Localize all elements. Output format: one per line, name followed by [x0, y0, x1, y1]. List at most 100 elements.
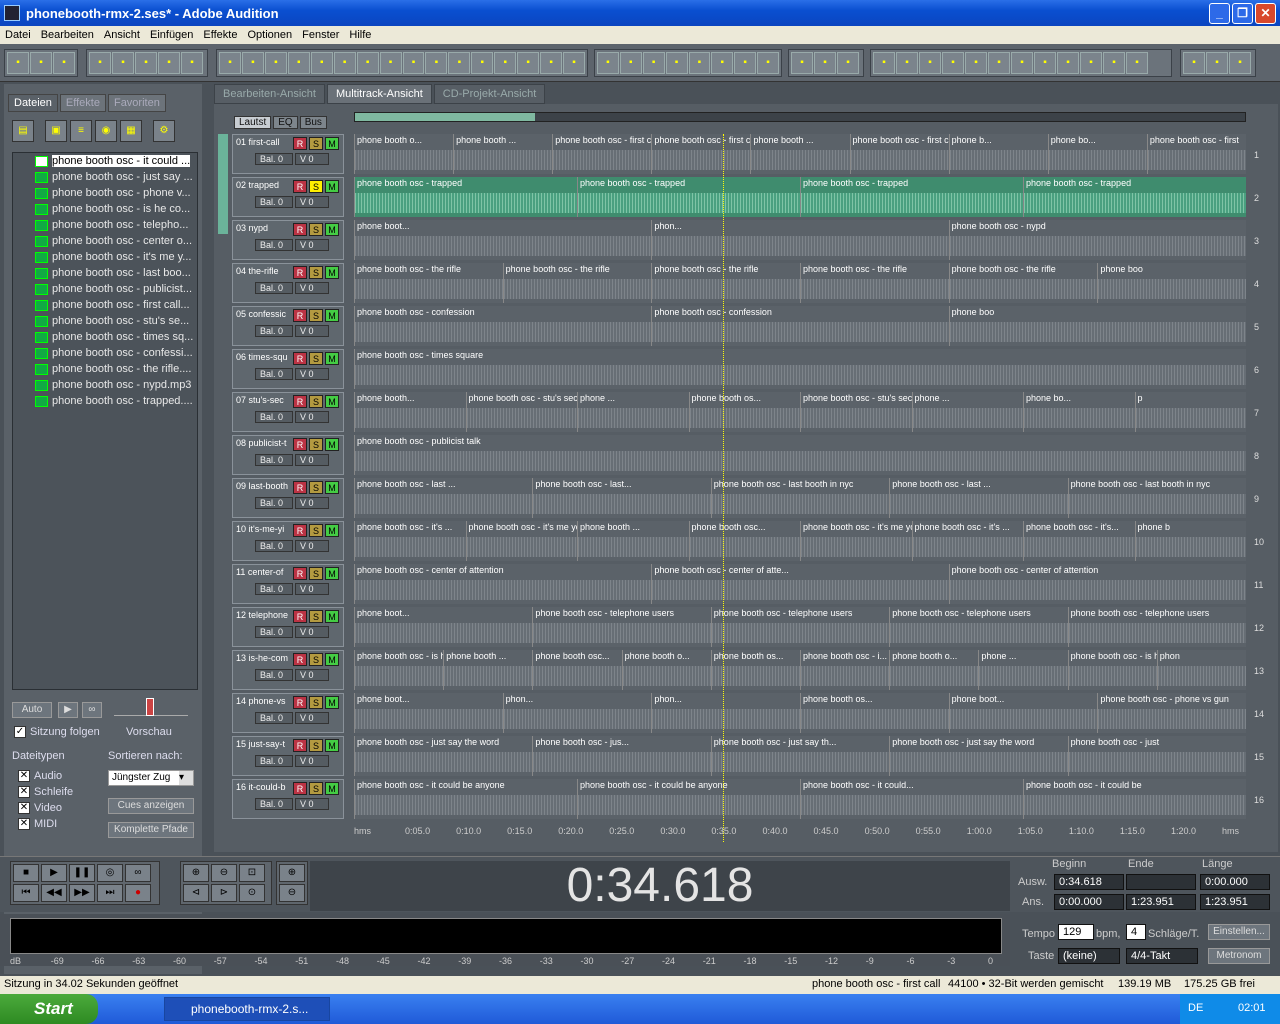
pause-icon[interactable]: ❚❚ — [69, 864, 95, 882]
mute-button[interactable]: M — [325, 481, 339, 494]
track-lane[interactable]: phone booth osc - times square — [354, 349, 1246, 389]
volume-field[interactable]: V 0 — [295, 325, 329, 337]
audio-clip[interactable]: phone booth osc - is he coming out — [354, 650, 444, 690]
record-arm-button[interactable]: R — [293, 180, 307, 193]
loop-icon[interactable]: ∞ — [125, 864, 151, 882]
track-lane[interactable]: phone booth osc - is he coming out phone … — [354, 650, 1246, 690]
audio-clip[interactable]: phone ... — [978, 650, 1068, 690]
list-item[interactable]: phone booth osc - the rifle.... — [13, 361, 197, 377]
insert-multitrack-icon[interactable]: ≡ — [70, 120, 92, 142]
metronome-button[interactable]: Metronom — [1208, 948, 1270, 964]
track-name[interactable]: 02 trapped — [236, 180, 292, 190]
list-item[interactable]: phone booth osc - last boo... — [13, 265, 197, 281]
audio-clip[interactable]: phone booth osc - it's me you... — [800, 521, 912, 561]
mute-button[interactable]: M — [325, 524, 339, 537]
audio-clip[interactable]: phone booth osc... — [532, 650, 622, 690]
toolbar-tool-icon[interactable]: ▪ — [1034, 52, 1056, 74]
record-arm-button[interactable]: R — [293, 653, 307, 666]
track-name[interactable]: 03 nypd — [236, 223, 292, 233]
solo-button[interactable]: S — [309, 395, 323, 408]
audio-clip[interactable]: phone booth osc - it's ... — [354, 521, 466, 561]
toolbar-tool-icon[interactable]: ▪ — [89, 52, 111, 74]
toolbar-tool-icon[interactable]: ▪ — [1206, 52, 1228, 74]
toolbar-tool-icon[interactable]: ▪ — [665, 52, 688, 74]
list-item[interactable]: phone booth osc - stu's se... — [13, 313, 197, 329]
audio-clip[interactable]: phone booth osc - the rifle — [502, 263, 652, 303]
preview-play-icon[interactable]: ▶ — [58, 702, 78, 718]
toolbar-tool-icon[interactable]: ▪ — [181, 52, 203, 74]
track-scrollbar[interactable] — [218, 134, 228, 234]
volume-field[interactable]: V 0 — [295, 540, 329, 552]
track-lane[interactable]: phone booth osc - the rifle phone booth o… — [354, 263, 1246, 303]
audio-clip[interactable]: phone ... — [577, 392, 689, 432]
solo-button[interactable]: S — [309, 524, 323, 537]
toolbar-tool-icon[interactable]: ▪ — [158, 52, 180, 74]
settings-button[interactable]: Einstellen... — [1208, 924, 1270, 940]
start-button[interactable]: Start — [0, 994, 98, 1024]
audio-clip[interactable]: phone booth osc - trapped — [1023, 177, 1246, 217]
list-item[interactable]: phone booth osc - publicist... — [13, 281, 197, 297]
audio-clip[interactable]: phone booth o... — [621, 650, 711, 690]
audio-clip[interactable]: phone booth osc - the rifle — [354, 263, 503, 303]
beats-input[interactable]: 4 — [1126, 924, 1146, 940]
solo-button[interactable]: S — [309, 782, 323, 795]
audio-clip[interactable]: phone booth ... — [750, 134, 850, 174]
audio-clip[interactable]: phone booth osc - center of attention — [948, 564, 1246, 604]
audio-clip[interactable]: phone booth osc - telephone users — [532, 607, 711, 647]
stop-icon[interactable]: ■ — [13, 864, 39, 882]
tab-dateien[interactable]: Dateien — [8, 94, 58, 112]
audio-clip[interactable]: phone booth osc - it could be anyone — [354, 779, 577, 819]
record-arm-button[interactable]: R — [293, 782, 307, 795]
audio-clip[interactable]: phone booth osc - last ... — [354, 478, 533, 518]
solo-button[interactable]: S — [309, 137, 323, 150]
toolbar-tool-icon[interactable]: ▪ — [988, 52, 1010, 74]
tab-favoriten[interactable]: Favoriten — [107, 94, 166, 112]
audio-clip[interactable]: phone booth osc - the rifle — [800, 263, 949, 303]
play-icon[interactable]: ▶ — [41, 864, 67, 882]
audio-clip[interactable]: p — [1134, 392, 1246, 432]
record-icon[interactable]: ● — [125, 884, 151, 902]
toolbar-tool-icon[interactable]: ▪ — [241, 52, 264, 74]
toolbar-tool-icon[interactable]: ▪ — [563, 52, 585, 74]
audio-clip[interactable]: phone booth o... — [354, 134, 454, 174]
menu-datei[interactable]: Datei — [0, 29, 36, 41]
toolbar-tool-icon[interactable]: ▪ — [1103, 52, 1125, 74]
mute-button[interactable]: M — [325, 137, 339, 150]
audio-clip[interactable]: phone booth osc - first call — [651, 134, 751, 174]
balance-field[interactable]: Bal. 0 — [255, 411, 293, 423]
track-name[interactable]: 14 phone-vs — [236, 696, 292, 706]
toolbar-tool-icon[interactable]: ▪ — [402, 52, 425, 74]
toolbar-tool-icon[interactable]: ▪ — [1057, 52, 1079, 74]
audio-clip[interactable]: phone bo... — [1023, 392, 1135, 432]
toolbar-tool-icon[interactable]: ▪ — [425, 52, 448, 74]
audio-clip[interactable]: phone booth osc - last booth in nyc — [1067, 478, 1246, 518]
toolbar-tool-icon[interactable]: ▪ — [379, 52, 402, 74]
maximize-button[interactable]: ❐ — [1232, 3, 1253, 24]
balance-field[interactable]: Bal. 0 — [255, 325, 293, 337]
time-ruler[interactable]: hms 0:05.0 0:10.0 0:15.0 0:20.0 0:25.0 0:30.0 0… — [354, 826, 1246, 840]
track-lane[interactable]: phone booth osc - center of attention pho… — [354, 564, 1246, 604]
mute-button[interactable]: M — [325, 610, 339, 623]
audio-clip[interactable]: phone boo — [1097, 263, 1246, 303]
preview-volume-slider[interactable] — [114, 698, 188, 716]
toolbar-tool-icon[interactable]: ▪ — [30, 52, 52, 74]
audio-clip[interactable]: phone booth os... — [710, 650, 800, 690]
audio-clip[interactable]: phone booth osc - trapped — [577, 177, 800, 217]
list-item[interactable]: phone booth osc - times sq... — [13, 329, 197, 345]
track-lane[interactable]: phone boot... phon... phone booth osc - ny… — [354, 220, 1246, 260]
audio-clip[interactable]: phone booth osc - it's ... — [911, 521, 1023, 561]
volume-field[interactable]: V 0 — [295, 712, 329, 724]
menu-einfügen[interactable]: Einfügen — [145, 29, 198, 41]
audio-clip[interactable]: phone booth osc - center of atte... — [651, 564, 949, 604]
audio-clip[interactable]: phone booth osc - times square — [354, 349, 1246, 389]
track-lane[interactable]: phone boot... phone booth osc - telephone… — [354, 607, 1246, 647]
toolbar-tool-icon[interactable]: ▪ — [814, 52, 836, 74]
close-button[interactable]: ✕ — [1255, 3, 1276, 24]
audio-clip[interactable]: phon... — [651, 693, 800, 733]
filetype-audio-checkbox[interactable]: ✕ — [18, 770, 30, 782]
audio-clip[interactable]: phone boot... — [354, 607, 533, 647]
audio-clip[interactable]: phone booth osc - phone vs gun — [1097, 693, 1246, 733]
toolbar-tool-icon[interactable]: ▪ — [1011, 52, 1033, 74]
balance-field[interactable]: Bal. 0 — [255, 712, 293, 724]
play-file-icon[interactable]: ◉ — [95, 120, 117, 142]
